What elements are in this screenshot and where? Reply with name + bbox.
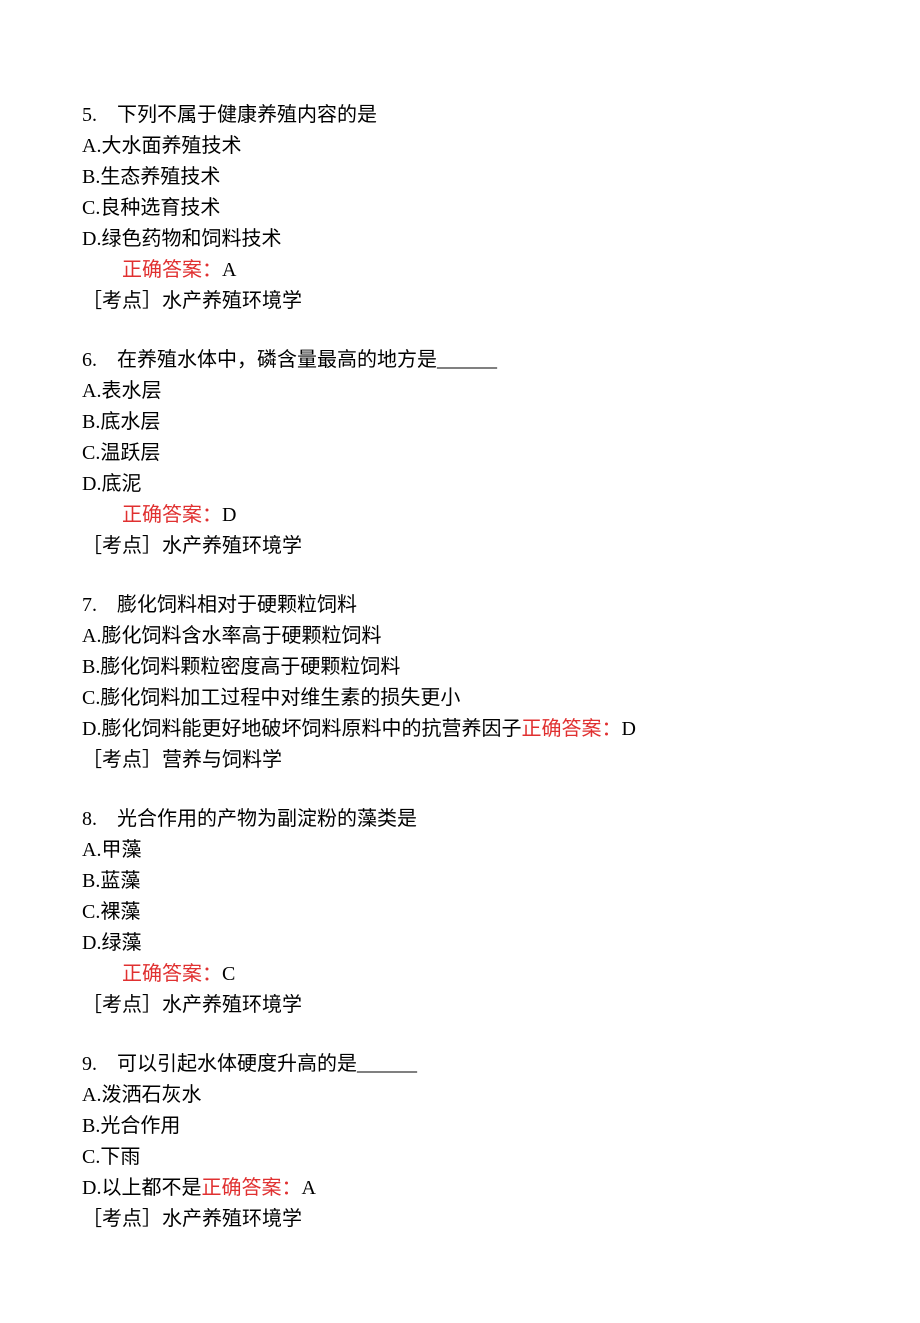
question-block: 5. 下列不属于健康养殖内容的是 A.大水面养殖技术 B.生态养殖技术 C.良种… xyxy=(82,100,838,317)
topic-line: ［考点］营养与饲料学 xyxy=(82,745,838,776)
answer-line: 正确答案：C xyxy=(82,959,838,990)
question-number: 5. xyxy=(82,100,97,131)
topic-prefix: ［考点］ xyxy=(82,994,162,1016)
answer-value: A xyxy=(301,1177,315,1199)
page: 5. 下列不属于健康养殖内容的是 A.大水面养殖技术 B.生态养殖技术 C.良种… xyxy=(0,0,920,1323)
answer-label: 正确答案： xyxy=(201,1177,301,1199)
option-c: C.裸藻 xyxy=(82,897,838,928)
answer-line: 正确答案：A xyxy=(82,255,838,286)
option-a: A.大水面养殖技术 xyxy=(82,131,838,162)
answer-value: D xyxy=(222,504,236,526)
question-stem: 6. 在养殖水体中，磷含量最高的地方是______ xyxy=(82,345,838,376)
answer-label: 正确答案： xyxy=(122,504,222,526)
topic-value: 水产养殖环境学 xyxy=(162,994,302,1016)
question-number: 9. xyxy=(82,1049,97,1080)
question-stem: 5. 下列不属于健康养殖内容的是 xyxy=(82,100,838,131)
option-a: A.泼洒石灰水 xyxy=(82,1080,838,1111)
question-block: 7. 膨化饲料相对于硬颗粒饲料 A.膨化饲料含水率高于硬颗粒饲料 B.膨化饲料颗… xyxy=(82,590,838,776)
topic-value: 水产养殖环境学 xyxy=(162,1208,302,1230)
question-number: 8. xyxy=(82,804,97,835)
option-d-text: D.膨化饲料能更好地破坏饲料原料中的抗营养因子 xyxy=(82,718,521,740)
topic-value: 水产养殖环境学 xyxy=(162,535,302,557)
option-b: B.底水层 xyxy=(82,407,838,438)
option-c: C.温跃层 xyxy=(82,438,838,469)
option-b: B.膨化饲料颗粒密度高于硬颗粒饲料 xyxy=(82,652,838,683)
option-a: A.表水层 xyxy=(82,376,838,407)
answer-label: 正确答案： xyxy=(122,963,222,985)
question-text: 在养殖水体中，磷含量最高的地方是______ xyxy=(117,349,497,371)
topic-value: 水产养殖环境学 xyxy=(162,290,302,312)
topic-prefix: ［考点］ xyxy=(82,290,162,312)
answer-label: 正确答案： xyxy=(122,259,222,281)
option-b: B.光合作用 xyxy=(82,1111,838,1142)
option-d-with-answer: D.膨化饲料能更好地破坏饲料原料中的抗营养因子正确答案：D xyxy=(82,714,838,745)
question-block: 6. 在养殖水体中，磷含量最高的地方是______ A.表水层 B.底水层 C.… xyxy=(82,345,838,562)
question-text: 下列不属于健康养殖内容的是 xyxy=(117,104,377,126)
question-number: 7. xyxy=(82,590,97,621)
question-stem: 8. 光合作用的产物为副淀粉的藻类是 xyxy=(82,804,838,835)
option-d: D.绿藻 xyxy=(82,928,838,959)
option-d-text: D.以上都不是 xyxy=(82,1177,201,1199)
option-c: C.下雨 xyxy=(82,1142,838,1173)
option-d: D.绿色药物和饲料技术 xyxy=(82,224,838,255)
topic-line: ［考点］水产养殖环境学 xyxy=(82,990,838,1021)
question-text: 膨化饲料相对于硬颗粒饲料 xyxy=(117,594,357,616)
option-d-with-answer: D.以上都不是正确答案：A xyxy=(82,1173,838,1204)
question-text: 可以引起水体硬度升高的是______ xyxy=(117,1053,417,1075)
topic-value: 营养与饲料学 xyxy=(162,749,282,771)
question-block: 9. 可以引起水体硬度升高的是______ A.泼洒石灰水 B.光合作用 C.下… xyxy=(82,1049,838,1235)
topic-line: ［考点］水产养殖环境学 xyxy=(82,531,838,562)
question-text: 光合作用的产物为副淀粉的藻类是 xyxy=(117,808,417,830)
answer-value: D xyxy=(621,718,635,740)
topic-prefix: ［考点］ xyxy=(82,535,162,557)
option-a: A.甲藻 xyxy=(82,835,838,866)
answer-value: A xyxy=(222,259,236,281)
question-stem: 7. 膨化饲料相对于硬颗粒饲料 xyxy=(82,590,838,621)
answer-value: C xyxy=(222,963,235,985)
option-c: C.膨化饲料加工过程中对维生素的损失更小 xyxy=(82,683,838,714)
topic-prefix: ［考点］ xyxy=(82,1208,162,1230)
answer-label: 正确答案： xyxy=(521,718,621,740)
answer-line: 正确答案：D xyxy=(82,500,838,531)
topic-line: ［考点］水产养殖环境学 xyxy=(82,1204,838,1235)
option-b: B.蓝藻 xyxy=(82,866,838,897)
option-d: D.底泥 xyxy=(82,469,838,500)
option-b: B.生态养殖技术 xyxy=(82,162,838,193)
question-stem: 9. 可以引起水体硬度升高的是______ xyxy=(82,1049,838,1080)
option-c: C.良种选育技术 xyxy=(82,193,838,224)
question-block: 8. 光合作用的产物为副淀粉的藻类是 A.甲藻 B.蓝藻 C.裸藻 D.绿藻 正… xyxy=(82,804,838,1021)
question-number: 6. xyxy=(82,345,97,376)
topic-prefix: ［考点］ xyxy=(82,749,162,771)
topic-line: ［考点］水产养殖环境学 xyxy=(82,286,838,317)
option-a: A.膨化饲料含水率高于硬颗粒饲料 xyxy=(82,621,838,652)
